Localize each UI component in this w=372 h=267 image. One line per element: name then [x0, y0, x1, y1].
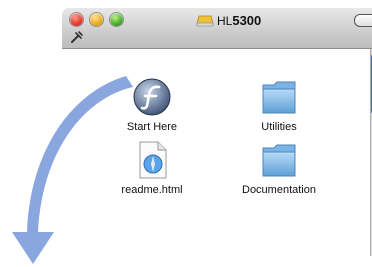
minimize-window-button[interactable]: [90, 13, 103, 26]
disk-icon: [196, 15, 214, 27]
folder-item-utilities[interactable]: Utilities: [224, 77, 334, 133]
title-model: 5300: [232, 12, 262, 28]
window-title: HL5300: [196, 12, 261, 28]
html-document-icon: [139, 141, 167, 179]
toolbar-toggle-button[interactable]: [354, 14, 372, 27]
file-item-readme[interactable]: readme.html: [97, 140, 207, 196]
file-label-readme: readme.html: [121, 184, 183, 196]
folder-label-documentation: Documentation: [242, 184, 316, 196]
folder-icon: [262, 144, 296, 177]
folder-icon: [262, 81, 296, 114]
title-bar[interactable]: HL5300: [62, 8, 372, 49]
file-label-start-here: Start Here: [126, 121, 178, 133]
file-item-start-here[interactable]: Start Here: [97, 77, 207, 133]
folder-item-documentation[interactable]: Documentation: [224, 140, 334, 196]
title-prefix: HL: [217, 13, 233, 28]
folder-contents: Start Here Utilities readme.html Documen…: [62, 49, 370, 256]
zoom-window-button[interactable]: [110, 13, 123, 26]
finder-window: HL5300 Start Here Utilities readme.html …: [62, 8, 372, 256]
flash-start-here-icon: [133, 78, 171, 116]
folder-label-utilities: Utilities: [261, 121, 297, 133]
tools-icon[interactable]: [70, 30, 84, 44]
close-window-button[interactable]: [70, 13, 83, 26]
